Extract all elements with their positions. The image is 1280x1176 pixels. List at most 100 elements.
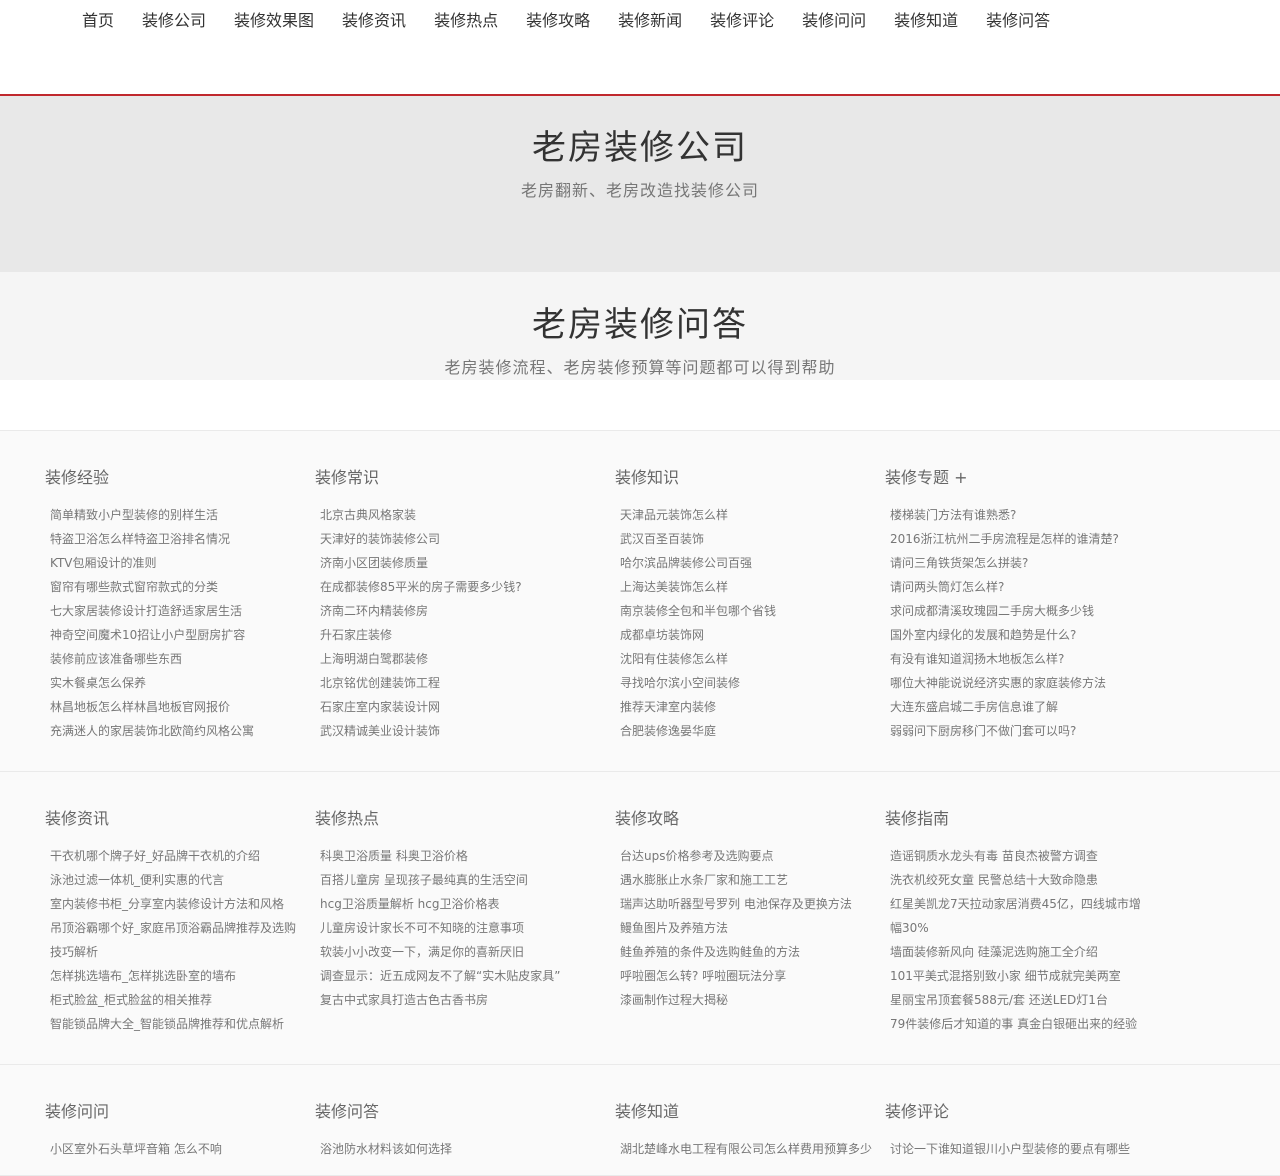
article-link[interactable]: 造谣铜质水龙头有毒 苗良杰被警方调查: [890, 844, 1145, 868]
article-link[interactable]: 推荐天津室内装修: [620, 695, 875, 719]
article-link[interactable]: 79件装修后才知道的事 真金白银砸出来的经验: [890, 1012, 1145, 1036]
article-link[interactable]: 天津品元装饰怎么样: [620, 503, 875, 527]
link-column: 装修指南造谣铜质水龙头有毒 苗良杰被警方调查 洗衣机绞死女童 民警总结十大致命隐患…: [885, 808, 1145, 1036]
article-link[interactable]: hcg卫浴质量解析 hcg卫浴价格表: [320, 892, 570, 916]
article-link[interactable]: 智能锁品牌大全_智能锁品牌推荐和优点解析: [50, 1012, 300, 1036]
article-link[interactable]: 鲑鱼养殖的条件及选购鲑鱼的方法: [620, 940, 875, 964]
article-link[interactable]: 寻找哈尔滨小空间装修: [620, 671, 875, 695]
link-column: 装修热点科奥卫浴质量 科奥卫浴价格 百搭儿童房 呈现孩子最纯真的生活空间 hcg卫浴…: [315, 808, 570, 1012]
column-title[interactable]: 装修问答: [315, 1101, 570, 1123]
article-link[interactable]: 怎样挑选墙布_怎样挑选卧室的墙布: [50, 964, 300, 988]
article-link[interactable]: 小区室外石头草坪音箱 怎么不响: [50, 1137, 300, 1161]
article-link[interactable]: 上海达美装饰怎么样: [620, 575, 875, 599]
nav-item[interactable]: 装修新闻: [604, 9, 696, 33]
article-link[interactable]: 窗帘有哪些款式窗帘款式的分类: [50, 575, 300, 599]
article-link[interactable]: 在成都装修85平米的房子需要多少钱?: [320, 575, 570, 599]
article-link[interactable]: 哈尔滨品牌装修公司百强: [620, 551, 875, 575]
article-link[interactable]: 瑞声达助听器型号罗列 电池保存及更换方法: [620, 892, 875, 916]
link-column: 装修问问小区室外石头草坪音箱 怎么不响: [45, 1101, 300, 1161]
spacer: [0, 380, 1280, 431]
article-link[interactable]: 红星美凯龙7天拉动家居消费45亿，四线城市增幅30%: [890, 892, 1145, 940]
article-link[interactable]: 软装小小改变一下，满足你的喜新厌旧: [320, 940, 570, 964]
article-link[interactable]: 柜式脸盆_柜式脸盆的相关推荐: [50, 988, 300, 1012]
article-link[interactable]: 吊顶浴霸哪个好_家庭吊顶浴霸品牌推荐及选购技巧解析: [50, 916, 300, 964]
article-link[interactable]: 讨论一下谁知道银川小户型装修的要点有哪些: [890, 1137, 1145, 1161]
article-link[interactable]: 国外室内绿化的发展和趋势是什么?: [890, 623, 1145, 647]
column-title[interactable]: 装修知道: [615, 1101, 875, 1123]
article-link[interactable]: 湖北楚峰水电工程有限公司怎么样费用预算多少: [620, 1137, 875, 1161]
article-link[interactable]: 简单精致小户型装修的别样生活: [50, 503, 300, 527]
column-title[interactable]: 装修专题 +: [885, 467, 1145, 489]
article-link[interactable]: 求问成都清溪玫瑰园二手房大概多少钱: [890, 599, 1145, 623]
article-link[interactable]: 哪位大神能说说经济实惠的家庭装修方法: [890, 671, 1145, 695]
article-link[interactable]: 充满迷人的家居装饰北欧简约风格公寓: [50, 719, 300, 743]
article-link[interactable]: 台达ups价格参考及选购要点: [620, 844, 875, 868]
nav-item[interactable]: 装修热点: [420, 9, 512, 33]
article-link[interactable]: 干衣机哪个牌子好_好品牌干衣机的介绍: [50, 844, 300, 868]
article-link[interactable]: 儿童房设计家长不可不知晓的注意事项: [320, 916, 570, 940]
article-link[interactable]: 浴池防水材料该如何选择: [320, 1137, 570, 1161]
column-title[interactable]: 装修资讯: [45, 808, 300, 830]
article-link[interactable]: 北京铭优创建装饰工程: [320, 671, 570, 695]
article-link[interactable]: 科奥卫浴质量 科奥卫浴价格: [320, 844, 570, 868]
article-link[interactable]: 七大家居装修设计打造舒适家居生活: [50, 599, 300, 623]
column-title[interactable]: 装修经验: [45, 467, 300, 489]
article-link[interactable]: 楼梯装门方法有谁熟悉?: [890, 503, 1145, 527]
article-link[interactable]: 济南小区团装修质量: [320, 551, 570, 575]
article-link[interactable]: 请问两头筒灯怎么样?: [890, 575, 1145, 599]
column-title[interactable]: 装修攻略: [615, 808, 875, 830]
column-title[interactable]: 装修评论: [885, 1101, 1145, 1123]
column-title[interactable]: 装修知识: [615, 467, 875, 489]
article-link[interactable]: 请问三角铁货架怎么拼装?: [890, 551, 1145, 575]
article-link[interactable]: 弱弱问下厨房移门不做门套可以吗?: [890, 719, 1145, 743]
article-link[interactable]: 呼啦圈怎么转? 呼啦圈玩法分享: [620, 964, 875, 988]
article-link[interactable]: 装修前应该准备哪些东西: [50, 647, 300, 671]
article-link[interactable]: 武汉百圣百装饰: [620, 527, 875, 551]
article-link[interactable]: 2016浙江杭州二手房流程是怎样的谁清楚?: [890, 527, 1145, 551]
article-link[interactable]: 沈阳有住装修怎么样: [620, 647, 875, 671]
nav-item[interactable]: 装修问答: [972, 9, 1064, 33]
article-link[interactable]: 成都卓坊装饰网: [620, 623, 875, 647]
article-link[interactable]: 调查显示：近五成网友不了解“实木贴皮家具”: [320, 964, 570, 988]
article-link[interactable]: KTV包厢设计的准则: [50, 551, 300, 575]
article-link[interactable]: 复古中式家具打造古色古香书房: [320, 988, 570, 1012]
article-link[interactable]: 林昌地板怎么样林昌地板官网报价: [50, 695, 300, 719]
article-link[interactable]: 大连东盛启城二手房信息谁了解: [890, 695, 1145, 719]
article-link[interactable]: 天津好的装饰装修公司: [320, 527, 570, 551]
column-title[interactable]: 装修热点: [315, 808, 570, 830]
nav-item[interactable]: 装修效果图: [220, 9, 328, 33]
article-link[interactable]: 石家庄室内家装设计网: [320, 695, 570, 719]
article-link[interactable]: 武汉精诚美业设计装饰: [320, 719, 570, 743]
column-title[interactable]: 装修指南: [885, 808, 1145, 830]
article-link[interactable]: 有没有谁知道润扬木地板怎么样?: [890, 647, 1145, 671]
nav-item[interactable]: 装修评论: [696, 9, 788, 33]
nav-item[interactable]: 装修知道: [880, 9, 972, 33]
article-link[interactable]: 泳池过滤一体机_便利实惠的代言: [50, 868, 300, 892]
article-link[interactable]: 南京装修全包和半包哪个省钱: [620, 599, 875, 623]
article-link[interactable]: 101平美式混搭别致小家 细节成就完美两室: [890, 964, 1145, 988]
article-link[interactable]: 室内装修书柜_分享室内装修设计方法和风格: [50, 892, 300, 916]
article-link[interactable]: 特盗卫浴怎么样特盗卫浴排名情况: [50, 527, 300, 551]
article-link[interactable]: 鳗鱼图片及养殖方法: [620, 916, 875, 940]
article-link[interactable]: 实木餐桌怎么保养: [50, 671, 300, 695]
article-link[interactable]: 升石家庄装修: [320, 623, 570, 647]
article-link[interactable]: 漆画制作过程大揭秘: [620, 988, 875, 1012]
article-link[interactable]: 北京古典风格家装: [320, 503, 570, 527]
column-title[interactable]: 装修常识: [315, 467, 570, 489]
article-link[interactable]: 合肥装修逸晏华庭: [620, 719, 875, 743]
nav-item[interactable]: 装修攻略: [512, 9, 604, 33]
nav-item[interactable]: 装修公司: [128, 9, 220, 33]
article-link[interactable]: 星丽宝吊顶套餐588元/套 还送LED灯1台: [890, 988, 1145, 1012]
article-link[interactable]: 上海明湖白鹭郡装修: [320, 647, 570, 671]
nav-item[interactable]: 装修问问: [788, 9, 880, 33]
nav-item[interactable]: 装修资讯: [328, 9, 420, 33]
article-link[interactable]: 济南二环内精装修房: [320, 599, 570, 623]
link-column: 装修攻略台达ups价格参考及选购要点 遇水膨胀止水条厂家和施工工艺 瑞声达助听器型号…: [615, 808, 875, 1012]
article-link[interactable]: 洗衣机绞死女童 民警总结十大致命隐患: [890, 868, 1145, 892]
column-title[interactable]: 装修问问: [45, 1101, 300, 1123]
article-link[interactable]: 墙面装修新风向 硅藻泥选购施工全介绍: [890, 940, 1145, 964]
article-link[interactable]: 神奇空间魔术10招让小户型厨房扩容: [50, 623, 300, 647]
article-link[interactable]: 百搭儿童房 呈现孩子最纯真的生活空间: [320, 868, 570, 892]
nav-item[interactable]: 首页: [68, 9, 128, 33]
article-link[interactable]: 遇水膨胀止水条厂家和施工工艺: [620, 868, 875, 892]
